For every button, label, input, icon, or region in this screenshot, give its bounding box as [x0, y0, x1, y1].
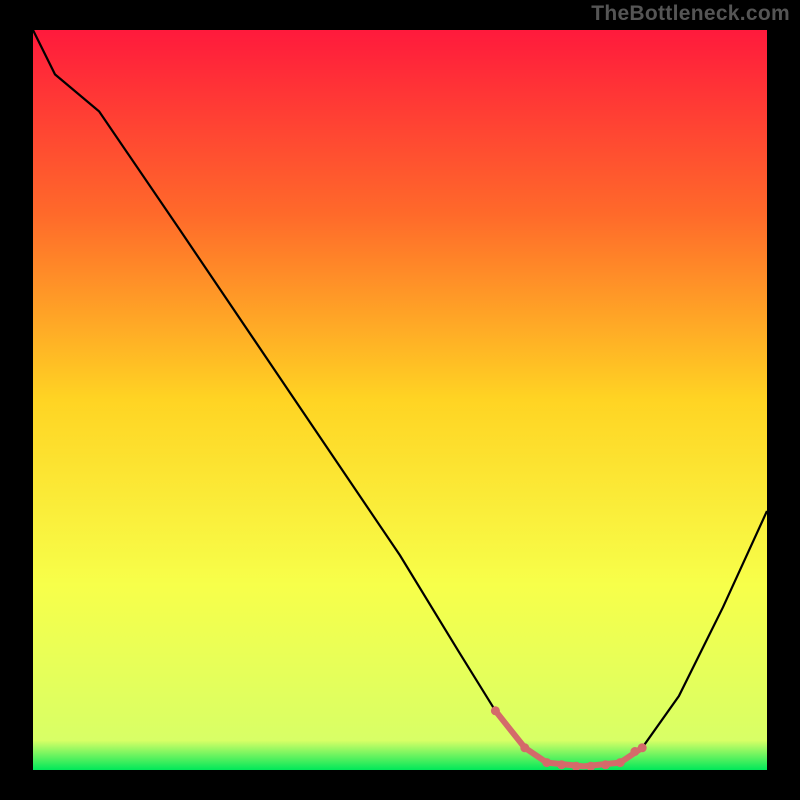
- highlight-marker: [491, 706, 500, 715]
- chart-svg: [33, 30, 767, 770]
- chart-container: TheBottleneck.com: [0, 0, 800, 800]
- highlight-marker: [520, 743, 529, 752]
- highlight-marker: [542, 758, 551, 767]
- plot-area: [33, 30, 767, 770]
- highlight-marker: [638, 743, 647, 752]
- gradient-background: [33, 30, 767, 770]
- watermark-text: TheBottleneck.com: [591, 2, 790, 26]
- highlight-marker: [557, 760, 566, 769]
- highlight-marker: [616, 758, 625, 767]
- highlight-marker: [601, 760, 610, 769]
